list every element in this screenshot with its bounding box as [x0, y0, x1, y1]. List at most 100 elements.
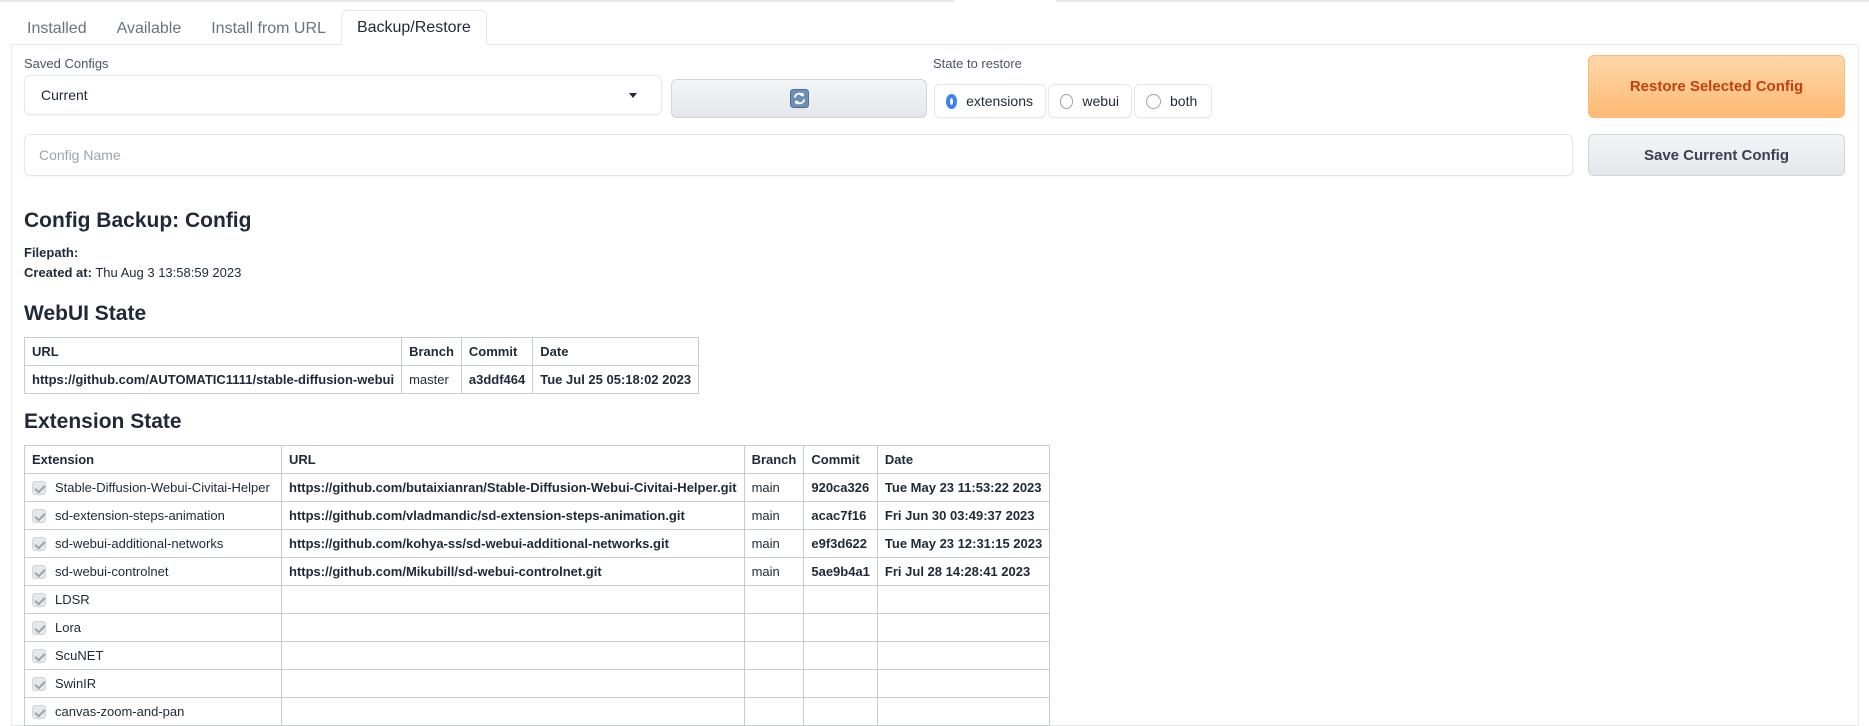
webui-url: https://github.com/AUTOMATIC1111/stable-…	[23, 365, 403, 394]
table-row: canvas-zoom-and-pan	[24, 697, 1051, 726]
extension-branch: main	[743, 473, 805, 502]
extension-name: sd-webui-additional-networks	[55, 535, 224, 551]
chevron-down-icon	[629, 93, 637, 98]
restore-selected-config-button[interactable]: Restore Selected Config	[1588, 55, 1845, 118]
extension-name-cell: sd-webui-additional-networks	[24, 529, 282, 558]
table-row: https://github.com/AUTOMATIC1111/stable-…	[23, 365, 700, 394]
extension-branch	[743, 641, 805, 670]
extension-name-cell: Lora	[24, 613, 282, 642]
extension-name: canvas-zoom-and-pan	[55, 703, 185, 719]
created-at-line: Created at: Thu Aug 3 13:58:59 2023	[24, 265, 241, 280]
extension-date: Fri Jun 30 03:49:37 2023	[876, 501, 1051, 530]
tab-backup-restore[interactable]: Backup/Restore	[340, 10, 487, 45]
extension-branch	[743, 697, 805, 726]
tab-installed[interactable]: Installed	[12, 12, 102, 45]
enabled-checkbox[interactable]	[32, 677, 46, 692]
extension-branch	[743, 585, 805, 614]
extension-commit	[803, 613, 878, 642]
extension-commit	[803, 585, 878, 614]
filepath-label: Filepath:	[24, 245, 79, 260]
config-name-input[interactable]	[24, 134, 1573, 176]
extension-branch: main	[743, 501, 805, 530]
extension-name: SwinIR	[55, 675, 97, 691]
webui-date: Tue Jul 25 05:18:02 2023	[532, 365, 700, 394]
radio-selected-icon	[946, 93, 958, 109]
extension-name-cell: sd-webui-controlnet	[24, 557, 282, 586]
column-header-url: URL	[281, 445, 745, 474]
created-at-label: Created at:	[24, 265, 92, 280]
extension-commit	[803, 697, 878, 726]
save-current-config-button[interactable]: Save Current Config	[1588, 134, 1845, 176]
table-row: Lora	[24, 613, 1051, 642]
webui-state-title: WebUI State	[24, 302, 147, 325]
extension-name: sd-extension-steps-animation	[55, 507, 225, 523]
extension-date	[876, 585, 1051, 614]
extension-state-table: Extension URL Branch Commit Date Stable-…	[24, 445, 1051, 726]
table-row: LDSR	[24, 585, 1051, 614]
config-backup-title: Config Backup: Config	[24, 209, 252, 232]
tab-bar: Installed Available Install from URL Bac…	[12, 10, 487, 45]
enabled-checkbox[interactable]	[32, 593, 46, 608]
enabled-checkbox[interactable]	[32, 537, 46, 552]
table-row: sd-extension-steps-animation https://gith…	[24, 501, 1051, 530]
saved-configs-dropdown[interactable]: Current	[24, 75, 662, 115]
extension-url: https://github.com/vladmandic/sd-extensi…	[281, 501, 745, 530]
enabled-checkbox[interactable]	[32, 621, 46, 636]
extension-name-cell: Stable-Diffusion-Webui-Civitai-Helper	[24, 473, 282, 502]
filepath-line: Filepath:	[24, 245, 78, 260]
extension-name: ScuNET	[55, 647, 104, 663]
extension-commit: acac7f16	[803, 501, 878, 530]
table-row: SwinIR	[24, 669, 1051, 698]
extension-branch	[743, 613, 805, 642]
extension-name: Lora	[55, 619, 82, 635]
extension-date	[876, 641, 1051, 670]
extension-url	[281, 585, 745, 614]
enabled-checkbox[interactable]	[32, 705, 46, 720]
radio-webui[interactable]: webui	[1048, 84, 1132, 118]
radio-webui-label: webui	[1082, 93, 1119, 109]
table-row: sd-webui-additional-networks https://gith…	[24, 529, 1051, 558]
extension-date	[876, 669, 1051, 698]
state-to-restore-label: State to restore	[933, 56, 1022, 71]
radio-both-label: both	[1170, 93, 1198, 109]
enabled-checkbox[interactable]	[32, 509, 46, 524]
column-header-extension: Extension	[24, 445, 282, 474]
column-header-date: Date	[532, 337, 700, 366]
extension-name-cell: canvas-zoom-and-pan	[24, 697, 282, 726]
extension-commit: e9f3d622	[803, 529, 878, 558]
tab-available[interactable]: Available	[102, 12, 197, 45]
column-header-commit: Commit	[460, 337, 534, 366]
refresh-icon	[789, 89, 809, 108]
refresh-configs-button[interactable]	[671, 79, 927, 118]
extension-url: https://github.com/Mikubill/sd-webui-con…	[281, 557, 745, 586]
webui-commit: a3ddf464	[460, 365, 534, 394]
table-header-row: URL Branch Commit Date	[23, 337, 700, 366]
radio-both[interactable]: both	[1134, 84, 1212, 118]
extension-commit	[803, 669, 878, 698]
extension-name: sd-webui-controlnet	[55, 563, 169, 579]
extension-branch: main	[743, 557, 805, 586]
table-row: sd-webui-controlnet https://github.com/Mi…	[24, 557, 1051, 586]
extension-url	[281, 613, 745, 642]
extension-name: Stable-Diffusion-Webui-Civitai-Helper	[55, 479, 270, 495]
column-header-commit: Commit	[803, 445, 878, 474]
extension-commit: 5ae9b4a1	[803, 557, 878, 586]
column-header-branch: Branch	[743, 445, 805, 474]
extension-branch: main	[743, 529, 805, 558]
extension-name-cell: LDSR	[24, 585, 282, 614]
extension-date	[876, 697, 1051, 726]
extension-name: LDSR	[55, 591, 90, 607]
enabled-checkbox[interactable]	[32, 649, 46, 664]
column-header-url: URL	[23, 337, 403, 366]
radio-extensions[interactable]: extensions	[934, 84, 1046, 118]
tab-install-from-url[interactable]: Install from URL	[196, 12, 341, 45]
extension-url	[281, 697, 745, 726]
enabled-checkbox[interactable]	[32, 565, 46, 580]
extension-url	[281, 641, 745, 670]
column-header-branch: Branch	[401, 337, 462, 366]
extension-url: https://github.com/butaixianran/Stable-D…	[281, 473, 745, 502]
webui-branch: master	[401, 365, 462, 394]
enabled-checkbox[interactable]	[32, 481, 46, 496]
table-row: Stable-Diffusion-Webui-Civitai-Helper htt…	[24, 473, 1051, 502]
extension-date: Tue May 23 12:31:15 2023	[876, 529, 1051, 558]
